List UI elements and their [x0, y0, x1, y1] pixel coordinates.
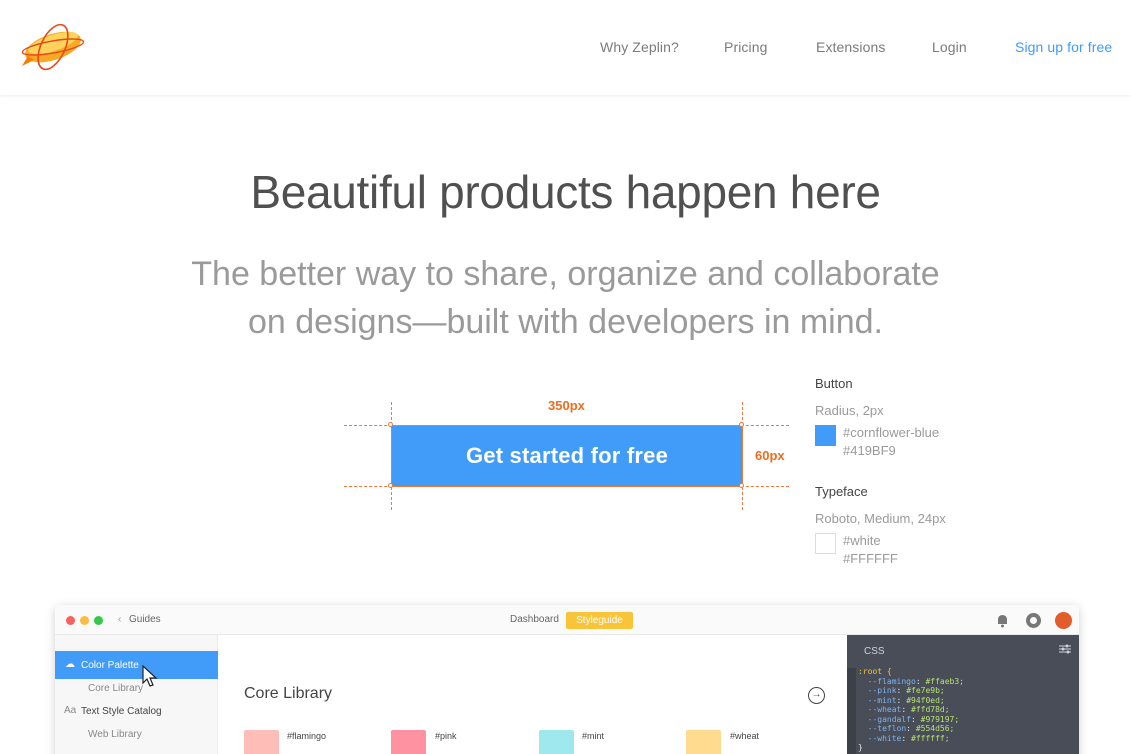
nav-pricing[interactable]: Pricing	[724, 39, 768, 55]
css-property: --mint	[867, 695, 897, 705]
spec-typeface-color-hex: #FFFFFF	[843, 551, 898, 566]
spec-typeface-heading: Typeface	[815, 484, 868, 499]
settings-sliders-icon[interactable]	[1059, 644, 1071, 654]
hero-subtitle-line-2: on designs—built with developers in mind…	[247, 303, 883, 341]
width-measure-label: 350px	[548, 398, 585, 413]
css-property: --flamingo	[867, 676, 916, 686]
tab-styleguide[interactable]: Styleguide	[566, 612, 633, 629]
color-chip-name: #wheat	[730, 731, 760, 741]
sidebar-item-label: Color Palette	[81, 660, 139, 671]
spec-typeface-desc: Roboto, Medium, 24px	[815, 511, 946, 526]
back-to-guides-link[interactable]: Guides	[129, 614, 161, 625]
window-close-button[interactable]	[66, 616, 75, 625]
tab-dashboard[interactable]: Dashboard	[510, 614, 559, 625]
spec-button-radius: Radius, 2px	[815, 403, 884, 418]
sidebar-item-web-library[interactable]: Web Library	[55, 720, 218, 748]
nav-why-zeplin[interactable]: Why Zeplin?	[600, 39, 679, 55]
color-chip-mint[interactable]	[539, 730, 574, 754]
css-value: #fe7e9b;	[906, 686, 945, 695]
window-maximize-button[interactable]	[94, 616, 103, 625]
sidebar-item-label: Web Library	[88, 729, 142, 740]
css-value: #94f0ed;	[906, 695, 945, 705]
css-code: :root { --flamingo: #ffaeb3; --pink: #fe…	[858, 667, 964, 752]
color-chip-name: #flamingo	[287, 731, 327, 741]
color-palette-icon: ☁	[65, 659, 75, 670]
text-style-icon: Aa	[64, 705, 77, 716]
corner-handle	[388, 483, 393, 488]
color-chip-name: #mint	[582, 731, 605, 741]
code-gutter	[847, 668, 856, 754]
hero-title: Beautiful products happen here	[250, 166, 881, 218]
color-swatch-cornflower-blue	[815, 425, 836, 446]
arrow-right-circle-icon[interactable]: →	[808, 687, 825, 704]
corner-handle	[388, 422, 393, 427]
color-chip-wheat[interactable]	[686, 730, 721, 754]
nav-login[interactable]: Login	[932, 39, 967, 55]
get-started-button[interactable]: Get started for free	[391, 425, 743, 487]
content-title: Core Library	[244, 685, 333, 702]
css-property: --teflon	[867, 724, 907, 733]
chevron-left-icon[interactable]: ‹	[118, 614, 121, 625]
hero-subtitle: The better way to share, organize and co…	[0, 250, 1131, 346]
css-panel-label: CSS	[864, 646, 885, 657]
css-value: #979197;	[920, 714, 960, 724]
sidebar-item-label: Core Library	[88, 683, 144, 694]
corner-handle	[739, 422, 744, 427]
color-chip-flamingo[interactable]	[244, 730, 279, 754]
css-code-panel: CSS :root { --flamingo: #ffaeb3; --pink:…	[847, 635, 1079, 754]
css-value: #554d56;	[915, 724, 955, 733]
spec-button-color-name: #cornflower-blue	[843, 425, 940, 440]
window-minimize-button[interactable]	[80, 616, 89, 625]
styleguide-sidebar: ☁ Color Palette Core Library Aa Text Sty…	[55, 635, 218, 754]
css-close-brace: }	[858, 743, 863, 752]
color-chip-name: #pink	[435, 731, 457, 741]
css-selector: :root {	[858, 667, 892, 676]
css-value: #ffd78d;	[911, 705, 950, 714]
sidebar-item-label: Text Style Catalog	[81, 706, 162, 717]
spec-button-heading: Button	[815, 376, 853, 391]
css-value: #ffffff;	[911, 733, 950, 743]
css-property: --white	[867, 733, 902, 743]
css-property: --pink	[867, 686, 897, 695]
mouse-cursor	[142, 665, 158, 687]
spec-typeface-color-name: #white	[843, 533, 881, 548]
css-property: --wheat	[867, 705, 902, 714]
css-property: --gandalf	[867, 714, 911, 724]
app-window-preview: ‹ Guides Dashboard Styleguide ☁ Color Pa…	[55, 605, 1079, 754]
nav-signup[interactable]: Sign up for free	[1015, 39, 1112, 55]
spec-button-color-hex: #419BF9	[843, 443, 896, 458]
notification-icon[interactable]	[994, 612, 1011, 629]
color-chip-pink[interactable]	[391, 730, 426, 754]
corner-handle	[739, 483, 744, 488]
nav-extensions[interactable]: Extensions	[816, 39, 885, 55]
help-icon[interactable]	[1025, 612, 1042, 629]
window-titlebar: ‹ Guides Dashboard Styleguide	[55, 605, 1079, 635]
css-value: #ffaeb3;	[925, 676, 964, 686]
hero-subtitle-line-1: The better way to share, organize and co…	[191, 255, 940, 293]
spec-button-color: #cornflower-blue #419BF9	[843, 424, 939, 460]
avatar[interactable]	[1055, 612, 1072, 629]
site-header: Why Zeplin? Pricing Extensions Login Sig…	[0, 0, 1131, 95]
zeplin-logo[interactable]	[20, 22, 86, 72]
color-swatch-white	[815, 533, 836, 554]
height-measure-label: 60px	[755, 448, 785, 463]
spec-typeface-color: #white #FFFFFF	[843, 532, 898, 568]
